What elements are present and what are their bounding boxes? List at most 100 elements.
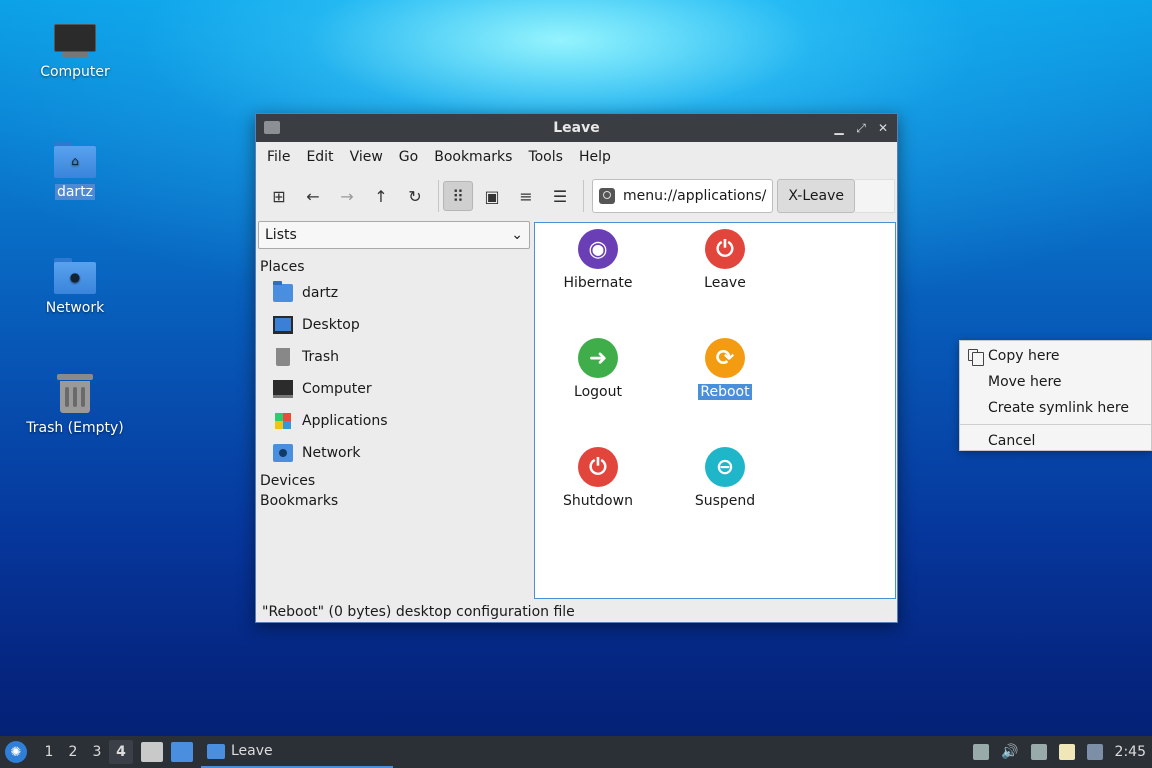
window-titlebar[interactable]: Leave ▁ ⤢ ✕ xyxy=(256,114,897,142)
computer-icon xyxy=(273,380,293,398)
sidebar-item-desktop[interactable]: Desktop xyxy=(257,309,532,341)
show-desktop-icon[interactable] xyxy=(171,742,193,762)
reload-icon[interactable]: ↻ xyxy=(400,181,430,211)
notification-icon[interactable] xyxy=(1086,744,1103,760)
sidebar-item-label: Computer xyxy=(302,381,372,397)
sidebar-item-dartz[interactable]: dartz xyxy=(257,277,532,309)
location-path: menu://applications/ xyxy=(623,188,767,204)
volume-icon[interactable]: 🔊 xyxy=(1001,744,1018,760)
menu-item-label: Cancel xyxy=(988,433,1036,449)
workspace-3[interactable]: 3 xyxy=(85,744,109,760)
menu-go[interactable]: Go xyxy=(391,149,426,165)
desktop-icon-label: Computer xyxy=(40,64,110,80)
menu-tools[interactable]: Tools xyxy=(520,149,571,165)
folder-view[interactable]: ◉ Hibernate ⏻ Leave ➜ Logout ⟳ Reboot ⏻ … xyxy=(534,222,896,599)
places-heading[interactable]: Places xyxy=(257,249,532,275)
maximize-icon[interactable]: ⤢ xyxy=(853,118,869,138)
workspace-2[interactable]: 2 xyxy=(61,744,85,760)
desktop-icon-trash[interactable]: Trash (Empty) xyxy=(20,372,130,436)
menu-file[interactable]: File xyxy=(259,149,298,165)
desktop-icon-label: Trash (Empty) xyxy=(26,420,124,436)
desktop-icon-computer[interactable]: Computer xyxy=(20,24,130,80)
icon-view-icon[interactable]: ⠿ xyxy=(443,181,473,211)
app-item-suspend[interactable]: ⊖ Suspend xyxy=(670,447,780,509)
desktop-icon-label: dartz xyxy=(54,184,96,200)
menu-bookmarks[interactable]: Bookmarks xyxy=(426,149,520,165)
forward-arrow-icon[interactable]: → xyxy=(332,181,362,211)
menu-help[interactable]: Help xyxy=(571,149,619,165)
sidebar-item-network[interactable]: Network xyxy=(257,437,532,469)
sidebar-item-computer[interactable]: Computer xyxy=(257,373,532,405)
devices-heading[interactable]: Devices xyxy=(257,469,532,493)
app-item-hibernate[interactable]: ◉ Hibernate xyxy=(543,229,653,291)
logout-icon: ➜ xyxy=(578,338,618,378)
power-icon: ⏻ xyxy=(578,447,618,487)
hibernate-icon: ◉ xyxy=(578,229,618,269)
network-folder-icon xyxy=(273,444,293,462)
app-item-reboot[interactable]: ⟳ Reboot xyxy=(670,338,780,400)
toolbar-separator xyxy=(583,180,584,212)
copy-icon xyxy=(968,349,984,366)
menu-item-move-here[interactable]: Move here xyxy=(960,369,1151,395)
clipboard-icon[interactable] xyxy=(1058,744,1075,760)
app-item-label: Suspend xyxy=(694,493,756,509)
new-window-icon[interactable]: ⊞ xyxy=(264,181,294,211)
app-item-logout[interactable]: ➜ Logout xyxy=(543,338,653,400)
menu-item-create-symlink[interactable]: Create symlink here xyxy=(960,395,1151,421)
app-item-shutdown[interactable]: ⏻ Shutdown xyxy=(543,447,653,509)
menu-item-cancel[interactable]: Cancel xyxy=(960,428,1151,454)
toolbar-separator xyxy=(438,180,439,212)
back-arrow-icon[interactable]: ← xyxy=(298,181,328,211)
minimize-icon[interactable]: ▁ xyxy=(831,118,847,138)
menu-item-label: Create symlink here xyxy=(988,400,1129,416)
bookmarks-heading[interactable]: Bookmarks xyxy=(257,493,532,517)
thumbnail-view-icon[interactable]: ▣ xyxy=(477,181,507,211)
location-bar[interactable]: menu://applications/ xyxy=(592,179,774,213)
path-crumb-button[interactable]: X-Leave xyxy=(777,179,855,213)
sidebar-item-applications[interactable]: Applications xyxy=(257,405,532,437)
task-button-leave[interactable]: Leave xyxy=(201,736,393,768)
reboot-icon: ⟳ xyxy=(705,338,745,378)
search-icon xyxy=(599,188,615,204)
workspace-1[interactable]: 1 xyxy=(37,744,61,760)
eject-icon[interactable] xyxy=(973,744,990,760)
power-icon: ⏻ xyxy=(705,229,745,269)
network-folder-icon: ● xyxy=(54,258,96,294)
taskbar: ✺ 1 2 3 4 Leave 🔊 2:45 xyxy=(0,736,1152,768)
app-item-leave[interactable]: ⏻ Leave xyxy=(670,229,780,291)
folder-icon xyxy=(264,121,280,134)
network-status-icon[interactable] xyxy=(1030,744,1047,760)
menu-view[interactable]: View xyxy=(342,149,391,165)
file-manager-launcher-icon[interactable] xyxy=(141,742,163,762)
window-title: Leave xyxy=(553,120,600,136)
workspace-4[interactable]: 4 xyxy=(109,740,133,764)
path-crumb-filler xyxy=(854,179,895,213)
menu-bar: File Edit View Go Bookmarks Tools Help xyxy=(256,142,897,172)
desktop-icon-network[interactable]: ● Network xyxy=(20,258,130,316)
up-arrow-icon[interactable]: ↑ xyxy=(366,181,396,211)
desktop-icon-dartz[interactable]: ⌂ dartz xyxy=(20,142,130,200)
app-item-label: Hibernate xyxy=(563,275,633,291)
menu-item-label: Copy here xyxy=(988,348,1060,364)
start-menu-icon[interactable]: ✺ xyxy=(5,741,27,763)
chevron-down-icon: ⌄ xyxy=(511,227,523,243)
sidebar-item-label: Applications xyxy=(302,413,388,429)
status-bar: "Reboot" (0 bytes) desktop configuration… xyxy=(262,604,575,620)
task-button-label: Leave xyxy=(231,743,273,759)
detailed-list-view-icon[interactable]: ☰ xyxy=(545,181,575,211)
side-pane-mode-select[interactable]: Lists ⌄ xyxy=(258,221,530,249)
toolbar: ⊞ ← → ↑ ↻ ⠿ ▣ ≡ ☰ menu://applications/ X… xyxy=(256,172,897,220)
desktop-icon xyxy=(273,316,293,334)
home-folder-icon xyxy=(273,281,293,302)
menu-item-copy-here[interactable]: Copy here xyxy=(960,343,1151,369)
context-menu: Copy here Move here Create symlink here … xyxy=(959,340,1152,451)
compact-view-icon[interactable]: ≡ xyxy=(511,181,541,211)
clock[interactable]: 2:45 xyxy=(1115,744,1146,760)
app-item-label: Logout xyxy=(574,384,622,400)
sidebar-item-label: Trash xyxy=(302,349,339,365)
system-tray: 🔊 2:45 xyxy=(973,736,1146,768)
sidebar-item-trash[interactable]: Trash xyxy=(257,341,532,373)
folder-icon xyxy=(207,743,225,759)
close-icon[interactable]: ✕ xyxy=(875,118,891,138)
menu-edit[interactable]: Edit xyxy=(298,149,341,165)
